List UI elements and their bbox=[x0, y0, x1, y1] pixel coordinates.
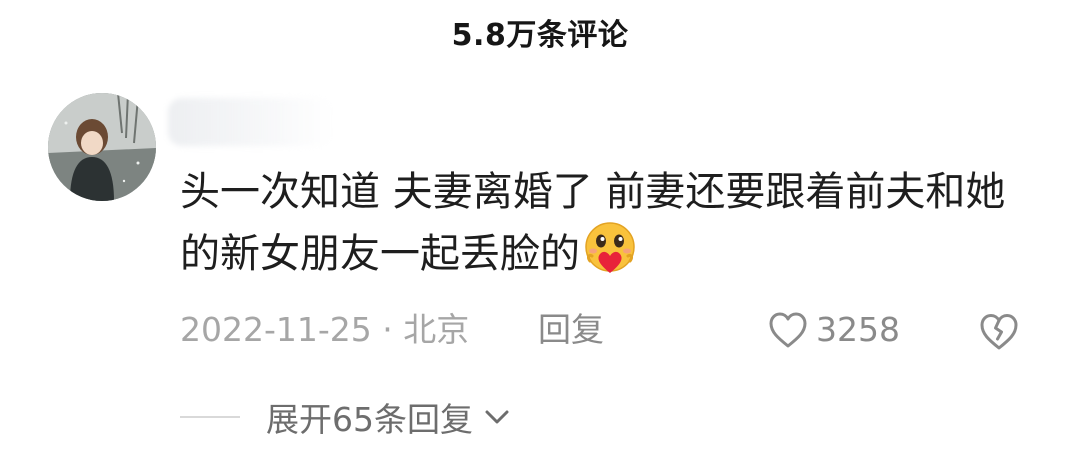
avatar-image bbox=[48, 93, 156, 201]
expand-replies-label: 展开65条回复 bbox=[266, 400, 473, 439]
heart-outline-icon bbox=[769, 312, 807, 348]
chevron-down-icon bbox=[485, 410, 509, 424]
expand-replies-button[interactable]: 展开65条回复 bbox=[266, 393, 513, 441]
heart-smile-emoji-icon bbox=[585, 222, 635, 273]
comment-date-location: 2022-11-25 · 北京 bbox=[180, 310, 470, 349]
comments-count-title: 5.8万条评论 bbox=[451, 18, 629, 53]
username-redacted[interactable] bbox=[168, 98, 333, 146]
avatar[interactable] bbox=[48, 93, 156, 201]
divider-line bbox=[180, 416, 240, 418]
expand-replies-row: 展开65条回复 bbox=[180, 392, 513, 442]
reply-button[interactable]: 回复 bbox=[538, 306, 604, 354]
like-count: 3258 bbox=[816, 310, 900, 349]
comment-meta-row: 2022-11-25 · 北京 回复 3258 bbox=[180, 306, 1040, 354]
broken-heart-icon[interactable] bbox=[976, 308, 1022, 354]
comment-body: 头一次知道 夫妻离婚了 前妻还要跟着前夫和她的新女朋友一起丢脸的 bbox=[180, 163, 1040, 283]
like-button[interactable]: 3258 bbox=[766, 306, 900, 354]
